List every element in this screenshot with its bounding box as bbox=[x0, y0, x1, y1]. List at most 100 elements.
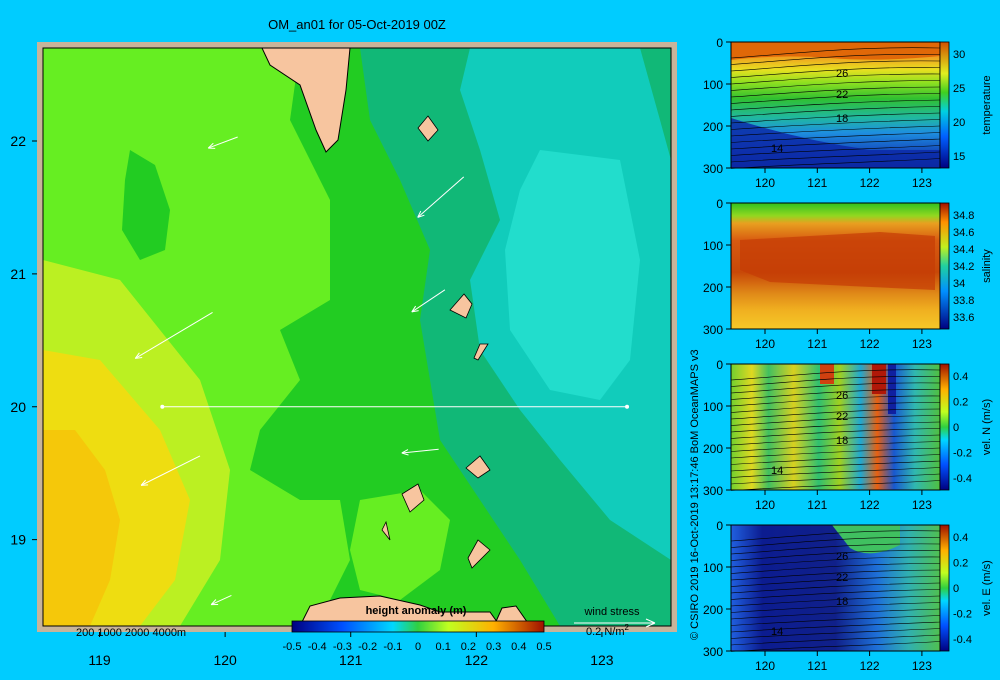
panel-colorbar-tick: 0 bbox=[953, 583, 959, 595]
temperature-colorbar-label: temperature bbox=[981, 75, 993, 134]
panel-colorbar-tick: 30 bbox=[953, 49, 965, 61]
temperature-panel: 26 22 18 14 bbox=[730, 41, 941, 169]
colorbar-tick-label: 0.1 bbox=[436, 641, 451, 653]
contour-label: 26 bbox=[836, 551, 848, 563]
colorbar-tick-label: 0 bbox=[415, 641, 421, 653]
panel-colorbar-tick: 20 bbox=[953, 117, 965, 129]
panel-xtick-label: 120 bbox=[755, 176, 775, 190]
colorbar-tick-label: -0.1 bbox=[383, 641, 402, 653]
panel-ytick-label: 200 bbox=[703, 442, 723, 456]
wind-stress-scale: 0.2 N/m2 bbox=[586, 623, 630, 638]
vel-e-colorbar bbox=[939, 524, 950, 652]
panel-colorbar-tick: -0.2 bbox=[953, 448, 972, 460]
contour-label: 14 bbox=[771, 143, 783, 155]
panel-colorbar-tick: 33.6 bbox=[953, 312, 974, 324]
panel-colorbar-tick: -0.4 bbox=[953, 473, 972, 485]
contour-label: 14 bbox=[771, 465, 783, 477]
vel-n-colorbar-label: vel. N (m/s) bbox=[981, 399, 993, 455]
panel-colorbar-tick: 34.4 bbox=[953, 244, 974, 256]
map-ytick-label: 21 bbox=[10, 266, 26, 282]
map-ytick-label: 22 bbox=[10, 133, 26, 149]
panel-xtick-label: 123 bbox=[912, 337, 932, 351]
panel-ytick-label: 100 bbox=[703, 78, 723, 92]
panel-xtick-label: 120 bbox=[755, 337, 775, 351]
panel-xtick-label: 120 bbox=[755, 498, 775, 512]
panel-ytick-label: 300 bbox=[703, 645, 723, 659]
panel-xtick-label: 122 bbox=[860, 337, 880, 351]
contour-label: 22 bbox=[836, 572, 848, 584]
panel-xtick-label: 120 bbox=[755, 659, 775, 673]
salinity-colorbar-label: salinity bbox=[981, 249, 993, 283]
panel-colorbar-tick: 25 bbox=[953, 83, 965, 95]
panel-xtick-label: 121 bbox=[807, 659, 827, 673]
panel-ytick-label: 100 bbox=[703, 239, 723, 253]
contour-label: 18 bbox=[836, 596, 848, 608]
colorbar-tick-label: -0.2 bbox=[358, 641, 377, 653]
salinity-core bbox=[740, 232, 935, 290]
panel-colorbar-tick: 0.4 bbox=[953, 532, 968, 544]
contour-label: 26 bbox=[836, 390, 848, 402]
panel-ytick-label: 200 bbox=[703, 120, 723, 134]
map-ytick-label: 20 bbox=[10, 399, 26, 415]
salinity-panel bbox=[730, 202, 941, 330]
colorbar-title: height anomaly (m) bbox=[366, 605, 467, 617]
colorbar-tick-label: -0.4 bbox=[308, 641, 327, 653]
panel-ytick-label: 0 bbox=[716, 358, 723, 372]
panel-ytick-label: 0 bbox=[716, 36, 723, 50]
figure: OM_an01 for 05-Oct-2019 00Z 119 120 121 … bbox=[10, 17, 993, 673]
panel-ytick-label: 300 bbox=[703, 162, 723, 176]
panel-xtick-label: 123 bbox=[912, 498, 932, 512]
colorbar-gradient bbox=[291, 620, 545, 633]
colorbar-tick-label: 0.2 bbox=[461, 641, 476, 653]
panel-ytick-label: 0 bbox=[716, 519, 723, 533]
panel-xtick-label: 123 bbox=[912, 659, 932, 673]
map-xtick-label: 121 bbox=[339, 652, 363, 668]
vel-n-jet-1 bbox=[820, 364, 834, 384]
map-ytick-label: 19 bbox=[10, 532, 26, 548]
panel-xtick-label: 121 bbox=[807, 176, 827, 190]
panel-ytick-label: 200 bbox=[703, 281, 723, 295]
contour-label: 26 bbox=[836, 68, 848, 80]
credit-text: © CSIRO 2019 16-Oct-2019 13:17:46 BoM Oc… bbox=[689, 349, 701, 640]
section-line-start bbox=[160, 404, 165, 409]
panel-ytick-label: 100 bbox=[703, 561, 723, 575]
section-line-end bbox=[625, 404, 630, 409]
map-xtick-label: 120 bbox=[213, 652, 237, 668]
contour-label: 14 bbox=[771, 626, 783, 638]
colorbar-tick-label: -0.5 bbox=[283, 641, 302, 653]
panel-colorbar-tick: -0.2 bbox=[953, 609, 972, 621]
panel-colorbar-tick: 0.2 bbox=[953, 397, 968, 409]
panel-xtick-label: 122 bbox=[860, 659, 880, 673]
panel-xtick-label: 121 bbox=[807, 498, 827, 512]
vel-n-jet-3 bbox=[888, 364, 896, 414]
panel-ytick-label: 100 bbox=[703, 400, 723, 414]
figure-title: OM_an01 for 05-Oct-2019 00Z bbox=[268, 17, 446, 32]
map-xtick-label: 119 bbox=[88, 652, 111, 668]
vel-n-panel: 26 22 18 14 bbox=[730, 363, 941, 491]
panel-colorbar-tick: 34.6 bbox=[953, 227, 974, 239]
panel-colorbar-tick: 0 bbox=[953, 422, 959, 434]
panel-colorbar-tick: 15 bbox=[953, 151, 965, 163]
panel-xtick-label: 122 bbox=[860, 498, 880, 512]
map-xtick-label: 122 bbox=[465, 652, 489, 668]
wind-stress-label: wind stress bbox=[583, 606, 640, 618]
panel-colorbar-tick: -0.4 bbox=[953, 634, 972, 646]
panel-colorbar-tick: 33.8 bbox=[953, 295, 974, 307]
panel-colorbar-tick: 34.2 bbox=[953, 261, 974, 273]
panel-xtick-label: 121 bbox=[807, 337, 827, 351]
panel-colorbar-tick: 0.2 bbox=[953, 558, 968, 570]
panel-ytick-label: 0 bbox=[716, 197, 723, 211]
contour-label: 22 bbox=[836, 89, 848, 101]
panel-colorbar-tick: 0.4 bbox=[953, 371, 968, 383]
panel-colorbar-tick: 34.8 bbox=[953, 210, 974, 222]
depth-legend: 200 1000 2000 4000m bbox=[76, 627, 186, 639]
panel-xtick-label: 122 bbox=[860, 176, 880, 190]
colorbar-tick-label: -0.3 bbox=[333, 641, 352, 653]
panel-ytick-label: 300 bbox=[703, 323, 723, 337]
panel-ytick-label: 300 bbox=[703, 484, 723, 498]
colorbar-tick-label: 0.3 bbox=[486, 641, 501, 653]
contour-label: 22 bbox=[836, 411, 848, 423]
vel-e-panel: 26 22 18 14 bbox=[730, 524, 941, 652]
panel-xtick-label: 123 bbox=[912, 176, 932, 190]
vel-e-colorbar-label: vel. E (m/s) bbox=[981, 560, 993, 616]
